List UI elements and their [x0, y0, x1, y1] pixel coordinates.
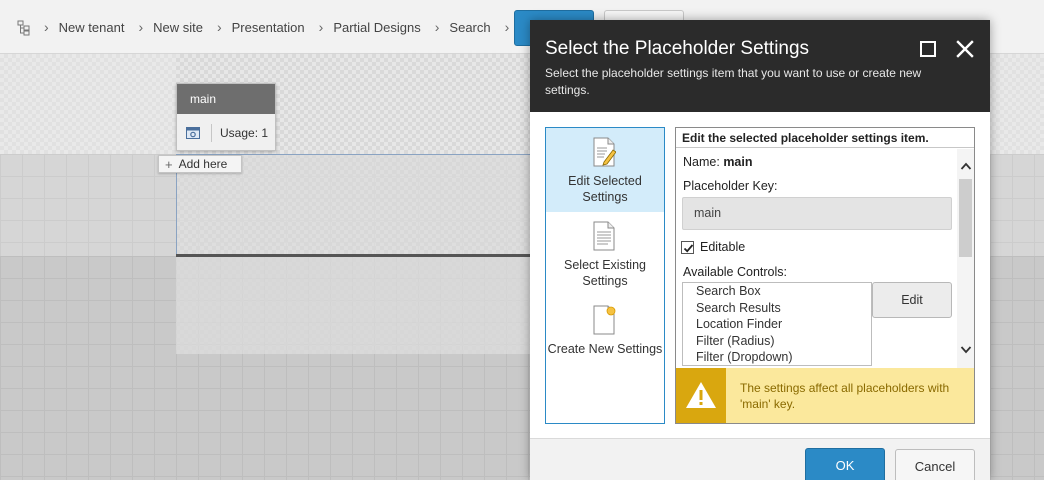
option-label: Edit Selected Settings: [568, 174, 642, 204]
dialog-title: Select the Placeholder Settings: [545, 38, 810, 59]
warning-banner: The settings affect all placeholders wit…: [676, 368, 974, 423]
list-item[interactable]: Location Finder: [683, 316, 871, 333]
breadcrumb-item[interactable]: › Partial Designs: [319, 19, 421, 35]
available-controls-label: Available Controls:: [683, 265, 787, 279]
toolbar-separator: [211, 123, 212, 142]
editable-label: Editable: [700, 240, 746, 254]
document-edit-icon: [593, 137, 616, 167]
chevron-right-icon: ›: [44, 19, 49, 35]
new-document-icon: [593, 305, 616, 335]
cancel-button[interactable]: Cancel: [895, 449, 975, 480]
breadcrumb-item[interactable]: › New tenant: [44, 19, 124, 35]
breadcrumb-item[interactable]: › New site: [138, 19, 203, 35]
list-item[interactable]: Search Box: [683, 283, 871, 300]
list-item[interactable]: Filter (Dropdown): [683, 349, 871, 365]
option-label: Create New Settings: [547, 342, 663, 356]
breadcrumb-item[interactable]: › Search: [435, 19, 491, 35]
settings-editor-panel: Edit the selected placeholder settings i…: [675, 127, 975, 424]
placeholder-chrome[interactable]: main Usage: 1: [176, 83, 276, 151]
name-label: Name:: [683, 155, 720, 169]
panel-header: Edit the selected placeholder settings i…: [676, 128, 974, 148]
warning-icon-box: [676, 368, 726, 423]
dialog-subtitle: Select the placeholder settings item tha…: [545, 66, 922, 97]
breadcrumb-label: Partial Designs: [333, 19, 421, 35]
panel-scrollbar[interactable]: [957, 149, 974, 369]
dialog-footer: OK Cancel: [530, 438, 990, 480]
check-icon: [683, 244, 694, 253]
breadcrumb-label: Presentation: [231, 19, 305, 35]
chevron-right-icon: ›: [216, 19, 222, 35]
placeholder-key-field[interactable]: main: [682, 197, 952, 230]
option-label: Select Existing Settings: [564, 258, 646, 288]
placeholder-settings-icon[interactable]: [186, 126, 200, 139]
chevron-right-icon: ›: [138, 19, 144, 35]
name-value: main: [723, 155, 753, 169]
warning-icon: [686, 382, 716, 408]
maximize-icon[interactable]: [920, 41, 936, 57]
placeholder-chrome-toolbar: Usage: 1: [177, 114, 275, 151]
close-icon[interactable]: [955, 39, 975, 59]
placeholder-divider: [176, 254, 546, 257]
warning-text: The settings affect all placeholders wit…: [740, 381, 950, 411]
placeholder-chrome-name: main: [177, 84, 275, 114]
document-icon: [593, 221, 615, 251]
settings-mode-list: Edit Selected Settings Select Existing S…: [545, 127, 665, 424]
scroll-up-icon[interactable]: [960, 161, 972, 171]
list-item[interactable]: Search Results: [683, 300, 871, 317]
tree-icon[interactable]: [16, 20, 32, 36]
settings-name: Name: main: [683, 155, 753, 169]
add-here-label: Add here: [178, 157, 228, 171]
editable-checkbox[interactable]: [681, 241, 694, 254]
ok-button[interactable]: OK: [805, 448, 885, 480]
available-controls-list[interactable]: Search Box Search Results Location Finde…: [682, 282, 872, 366]
breadcrumb: › New tenant › New site › Presentation › Par…: [44, 19, 533, 35]
breadcrumb-label: Search: [449, 19, 491, 35]
edit-controls-button[interactable]: Edit: [872, 282, 952, 318]
usage-count: Usage: 1: [220, 125, 269, 140]
scroll-down-icon[interactable]: [960, 345, 972, 355]
breadcrumb-label: New site: [153, 19, 203, 35]
chevron-right-icon: ›: [434, 19, 440, 35]
breadcrumb-label: New tenant: [58, 19, 125, 35]
dialog-header: Select the Placeholder Settings Select t…: [530, 20, 990, 112]
chevron-right-icon: ›: [318, 19, 324, 35]
chevron-right-icon: ›: [504, 19, 510, 35]
breadcrumb-item[interactable]: › Presentation: [217, 19, 305, 35]
option-create-new-settings[interactable]: Create New Settings: [546, 296, 664, 380]
add-here-button[interactable]: + Add here: [158, 155, 242, 173]
plus-icon: +: [165, 156, 173, 172]
list-item[interactable]: Filter (Radius): [683, 333, 871, 350]
scrollbar-thumb[interactable]: [959, 179, 972, 257]
placeholder-settings-dialog: Select the Placeholder Settings Select t…: [530, 20, 990, 480]
placeholder-key-label: Placeholder Key:: [683, 179, 778, 193]
option-select-existing-settings[interactable]: Select Existing Settings: [546, 212, 664, 296]
option-edit-selected-settings[interactable]: Edit Selected Settings: [546, 128, 664, 212]
